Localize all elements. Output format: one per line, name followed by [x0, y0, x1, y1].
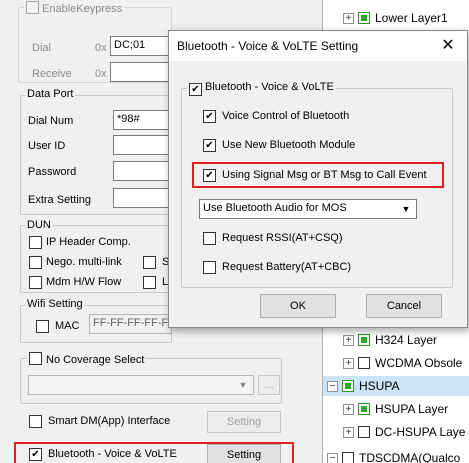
ip-header-label: IP Header Comp.: [46, 236, 131, 248]
collapse-icon[interactable]: −: [327, 453, 338, 463]
tree-checkbox[interactable]: [342, 452, 354, 463]
voice-control-checkbox[interactable]: [203, 110, 216, 123]
bt-volte-setting-button[interactable]: Setting: [207, 444, 281, 463]
signal-msg-checkbox[interactable]: [203, 169, 216, 182]
bt-volte-setting-dialog: Bluetooth - Voice & VoLTE Setting ✕ Blue…: [168, 30, 468, 328]
no-coverage-title: No Coverage Select: [27, 352, 147, 366]
dial-num-field[interactable]: *98#: [113, 110, 172, 130]
smart-dm-checkbox[interactable]: [29, 415, 42, 428]
tree-item-label: TDSCDMA(Qualco: [359, 451, 461, 463]
tree-item-h324-layer[interactable]: + H324 Layer: [323, 330, 469, 350]
voice-control-label: Voice Control of Bluetooth: [222, 110, 350, 122]
signal-msg-label: Using Signal Msg or BT Msg to Call Event: [222, 169, 427, 181]
mac-field[interactable]: FF-FF-FF-FF-FF-FF: [89, 314, 172, 334]
dialog-title-bar[interactable]: Bluetooth - Voice & VoLTE Setting ✕: [169, 31, 467, 61]
user-id-field[interactable]: [113, 135, 172, 155]
collapse-icon[interactable]: −: [327, 381, 338, 392]
smart-dm-label: Smart DM(App) Interface: [48, 415, 171, 427]
new-module-checkbox[interactable]: [203, 139, 216, 152]
rssi-checkbox[interactable]: [203, 232, 216, 245]
enable-keypress-label: EnableKeypress: [42, 3, 123, 15]
user-id-label: User ID: [28, 140, 66, 152]
mdm-flow-checkbox[interactable]: [29, 276, 42, 289]
tree-item-label: H324 Layer: [375, 333, 438, 347]
tree-checkbox[interactable]: [358, 12, 370, 24]
nego-multilink-checkbox[interactable]: [29, 256, 42, 269]
wifi-title: Wifi Setting: [25, 298, 85, 310]
receive-label: Receive: [32, 68, 72, 80]
ok-button[interactable]: OK: [260, 294, 336, 318]
no-coverage-select[interactable]: ▼: [28, 375, 254, 395]
battery-label: Request Battery(AT+CBC): [222, 261, 352, 273]
mac-checkbox[interactable]: [36, 320, 49, 333]
rssi-label: Request RSSI(AT+CSQ): [222, 232, 343, 244]
receive-prefix: 0x: [95, 68, 107, 80]
password-label: Password: [28, 166, 77, 178]
expand-icon[interactable]: +: [343, 404, 354, 415]
tree-item-label: DC-HSUPA Laye: [375, 425, 466, 439]
receive-field[interactable]: [110, 62, 172, 82]
new-module-label: Use New Bluetooth Module: [222, 139, 356, 151]
tree-item-dc-hsupa-layer[interactable]: + DC-HSUPA Laye: [323, 422, 469, 442]
dun-s-checkbox[interactable]: [143, 256, 156, 269]
tree-checkbox[interactable]: [358, 334, 370, 346]
keypress-group-title: EnableKeypress: [24, 1, 125, 15]
audio-mode-select[interactable]: Use Bluetooth Audio for MOS ▼: [199, 199, 417, 219]
ip-header-checkbox[interactable]: [29, 236, 42, 249]
expand-icon[interactable]: +: [343, 427, 354, 438]
close-icon[interactable]: ✕: [435, 34, 461, 58]
tree-checkbox[interactable]: [358, 357, 370, 369]
no-coverage-label: No Coverage Select: [46, 354, 145, 366]
password-field[interactable]: [113, 161, 172, 181]
dial-num-label: Dial Num: [28, 115, 74, 127]
bt-volte-label: Bluetooth - Voice & VoLTE: [48, 448, 177, 460]
tree-item-label: WCDMA Obsole: [375, 356, 463, 370]
enable-keypress-checkbox[interactable]: [26, 1, 39, 14]
extra-setting-label: Extra Setting: [28, 194, 91, 206]
tree-item-hsupa[interactable]: − HSUPA: [323, 376, 469, 396]
tree-checkbox[interactable]: [358, 426, 370, 438]
chevron-down-icon: ▼: [238, 380, 248, 390]
tree-item-tdscdma[interactable]: − TDSCDMA(Qualco: [323, 448, 469, 463]
tree-item-lower-layer1[interactable]: + Lower Layer1: [323, 8, 469, 28]
battery-checkbox[interactable]: [203, 261, 216, 274]
dial-field[interactable]: DC;01: [110, 36, 172, 56]
mdm-flow-label: Mdm H/W Flow: [46, 276, 122, 288]
tree-checkbox[interactable]: [358, 403, 370, 415]
expand-icon[interactable]: +: [343, 358, 354, 369]
expand-icon[interactable]: +: [343, 13, 354, 24]
bt-volte-checkbox[interactable]: [29, 448, 42, 461]
bt-volte-group-label: Bluetooth - Voice & VoLTE: [205, 81, 334, 93]
audio-mode-value: Use Bluetooth Audio for MOS: [203, 202, 347, 214]
tree-item-label: HSUPA: [359, 379, 400, 393]
smart-dm-setting-button[interactable]: Setting: [207, 411, 281, 433]
cancel-button[interactable]: Cancel: [366, 294, 442, 318]
bt-volte-group-title: Bluetooth - Voice & VoLTE: [187, 81, 336, 96]
extra-setting-field[interactable]: [113, 188, 172, 208]
tree-checkbox[interactable]: [342, 380, 354, 392]
nego-multilink-label: Nego. multi-link: [46, 256, 122, 268]
tree-item-label: Lower Layer1: [375, 11, 448, 25]
no-coverage-browse-button[interactable]: ...: [258, 375, 280, 395]
dial-label: Dial: [32, 42, 51, 54]
chevron-down-icon: ▼: [401, 204, 411, 214]
mac-label: MAC: [55, 320, 80, 332]
dun-l-checkbox[interactable]: [143, 276, 156, 289]
data-port-title: Data Port: [25, 88, 76, 100]
no-coverage-checkbox[interactable]: [29, 352, 42, 365]
dialog-title: Bluetooth - Voice & VoLTE Setting: [177, 39, 359, 53]
bt-volte-group-checkbox[interactable]: [189, 83, 202, 96]
tree-item-label: HSUPA Layer: [375, 402, 449, 416]
tree-item-wcdma-obsolete[interactable]: + WCDMA Obsole: [323, 353, 469, 373]
expand-icon[interactable]: +: [343, 335, 354, 346]
dun-title: DUN: [25, 219, 53, 231]
dial-prefix: 0x: [95, 42, 107, 54]
tree-item-hsupa-layer[interactable]: + HSUPA Layer: [323, 399, 469, 419]
